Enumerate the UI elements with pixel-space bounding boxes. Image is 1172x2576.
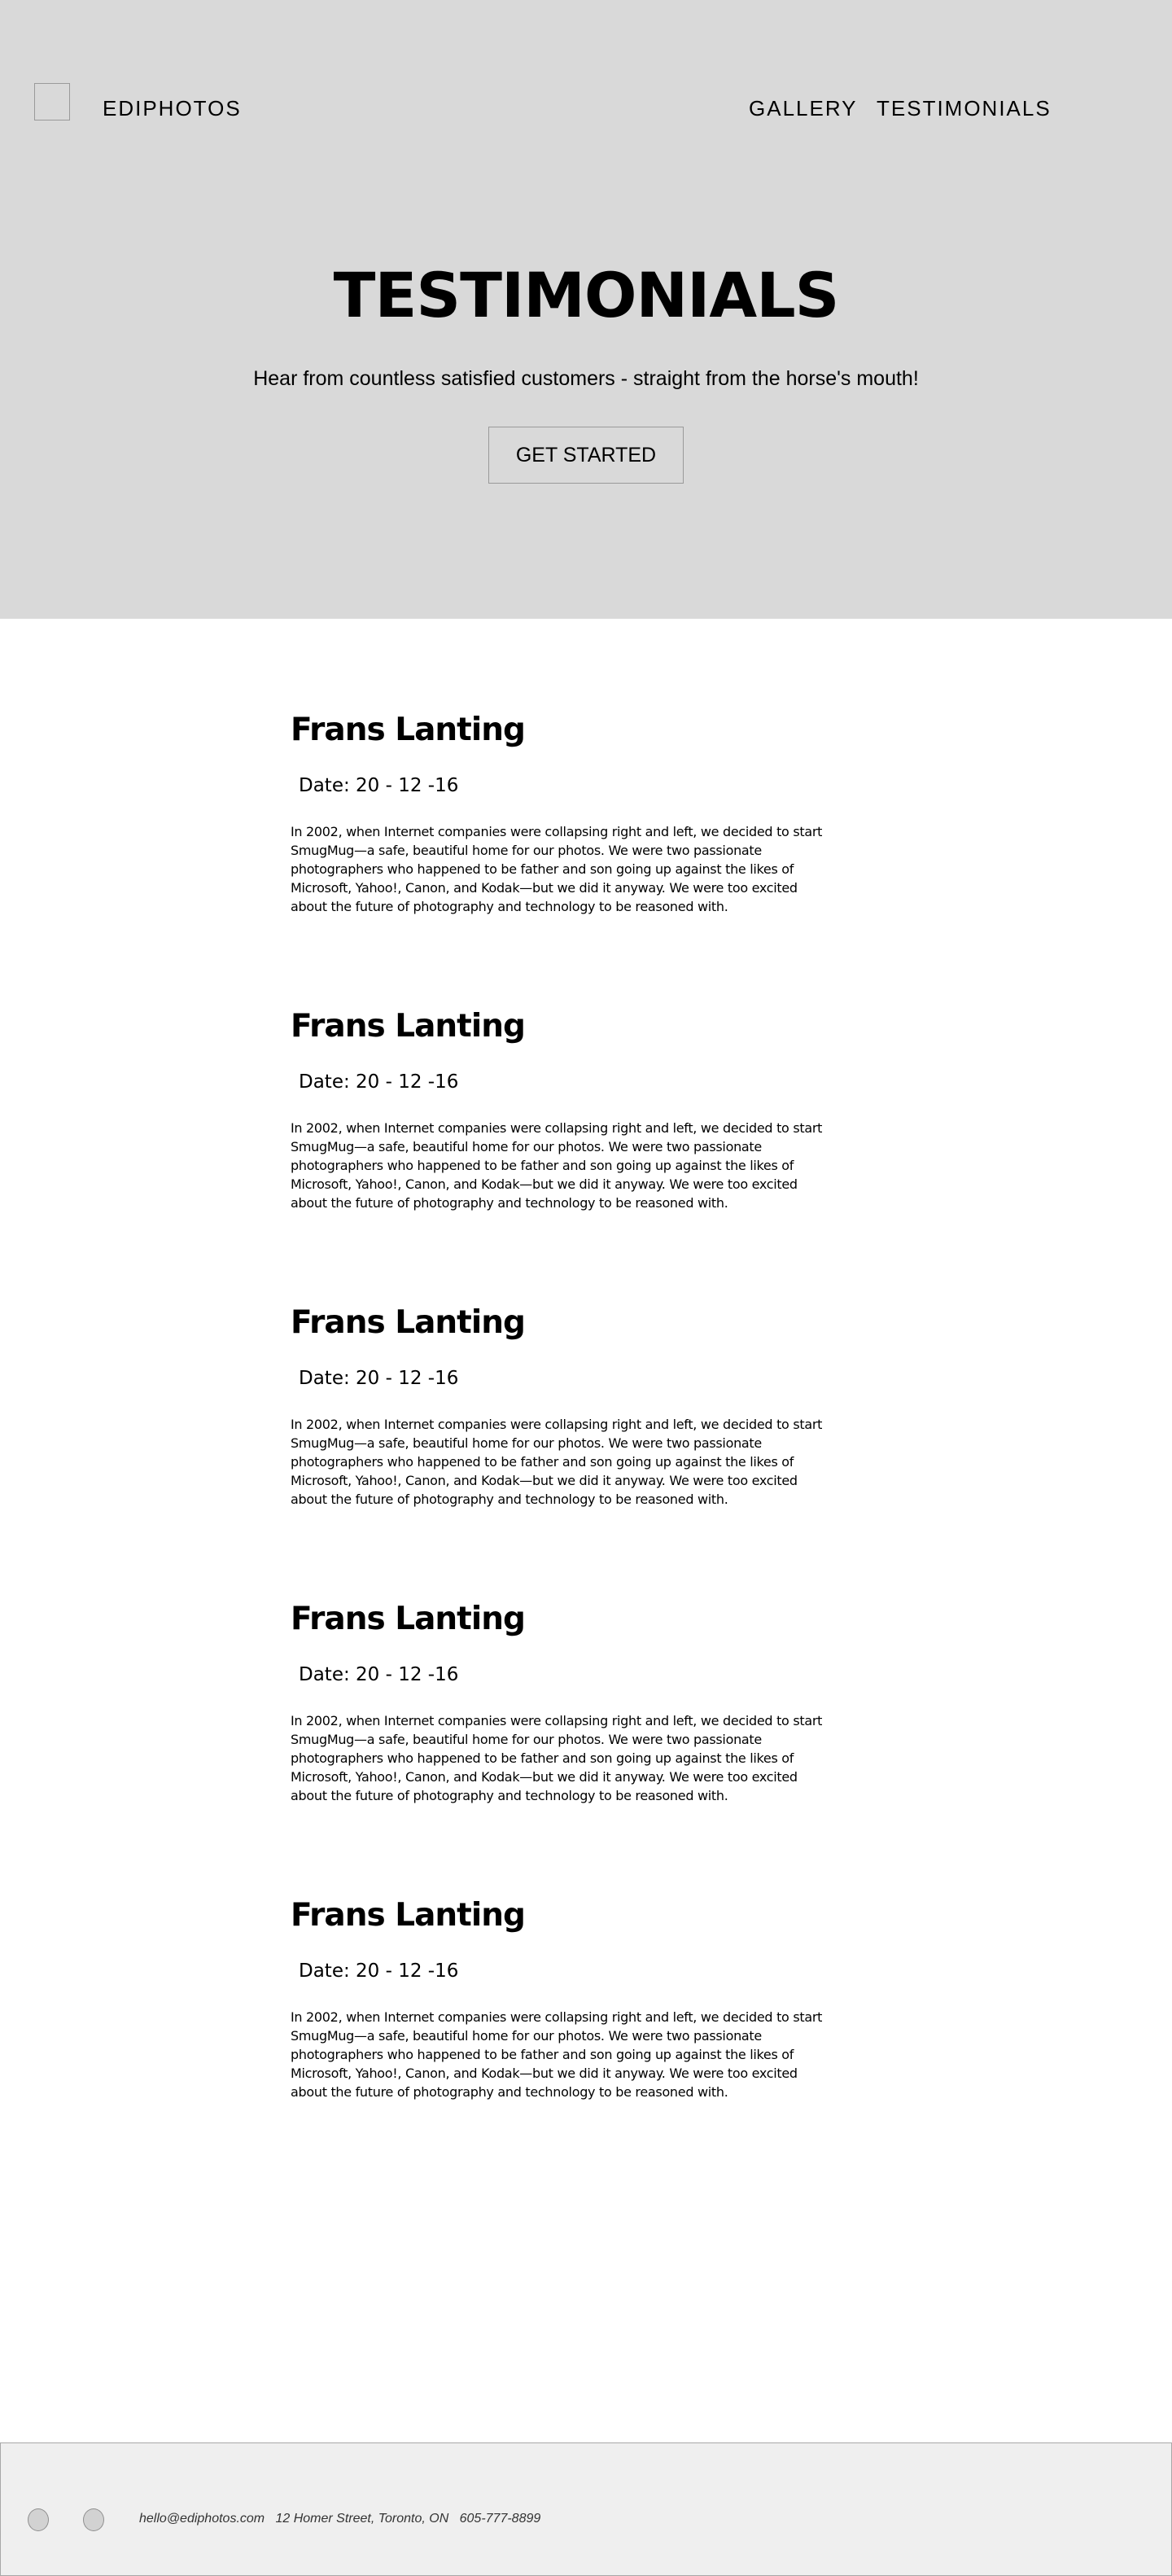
testimonial-text: In 2002, when Internet companies were co…: [291, 1119, 823, 1211]
get-started-button[interactable]: GET STARTED: [488, 427, 684, 484]
hero-subtitle: Hear from countless satisfied customers …: [253, 367, 919, 390]
testimonial-text: In 2002, when Internet companies were co…: [291, 1712, 823, 1803]
testimonial-card: Frans Lanting Date: 20 - 12 -16 In 2002,…: [291, 1601, 860, 1805]
testimonial-card: Frans Lanting Date: 20 - 12 -16 In 2002,…: [291, 1897, 860, 2101]
testimonial-text: In 2002, when Internet companies were co…: [291, 2009, 823, 2100]
social-icon[interactable]: [28, 2508, 49, 2531]
testimonial-text: In 2002, when Internet companies were co…: [291, 823, 823, 914]
testimonial-text: In 2002, when Internet companies were co…: [291, 1416, 823, 1507]
brand-name[interactable]: EDIPHOTOS: [103, 96, 242, 121]
testimonial-date: Date: 20 - 12 -16: [299, 1071, 459, 1093]
hero-section: EDIPHOTOS GALLERY TESTIMONIALS TESTIMONI…: [0, 0, 1172, 619]
nav-testimonials[interactable]: TESTIMONIALS: [877, 96, 1052, 121]
social-icon[interactable]: [83, 2508, 104, 2531]
testimonial-author: Frans Lanting: [291, 1008, 526, 1045]
nav-gallery[interactable]: GALLERY: [749, 96, 857, 121]
logo-image-placeholder[interactable]: [34, 83, 70, 120]
page-title: TESTIMONIALS: [333, 259, 840, 331]
testimonial-date: Date: 20 - 12 -16: [299, 1367, 459, 1389]
testimonial-author: Frans Lanting: [291, 712, 526, 748]
testimonial-author: Frans Lanting: [291, 1304, 526, 1341]
testimonial-card: Frans Lanting Date: 20 - 12 -16 In 2002,…: [291, 712, 860, 916]
testimonial-card: Frans Lanting Date: 20 - 12 -16 In 2002,…: [291, 1304, 860, 1509]
testimonial-card: Frans Lanting Date: 20 - 12 -16 In 2002,…: [291, 1008, 860, 1212]
testimonial-author: Frans Lanting: [291, 1897, 526, 1934]
footer: hello@ediphotos.com 12 Homer Street, Tor…: [0, 2442, 1172, 2576]
testimonial-date: Date: 20 - 12 -16: [299, 1663, 459, 1685]
testimonial-date: Date: 20 - 12 -16: [299, 1960, 459, 1982]
testimonial-author: Frans Lanting: [291, 1601, 526, 1637]
testimonial-date: Date: 20 - 12 -16: [299, 774, 459, 796]
footer-contact-info: hello@ediphotos.com 12 Homer Street, Tor…: [139, 2512, 541, 2526]
